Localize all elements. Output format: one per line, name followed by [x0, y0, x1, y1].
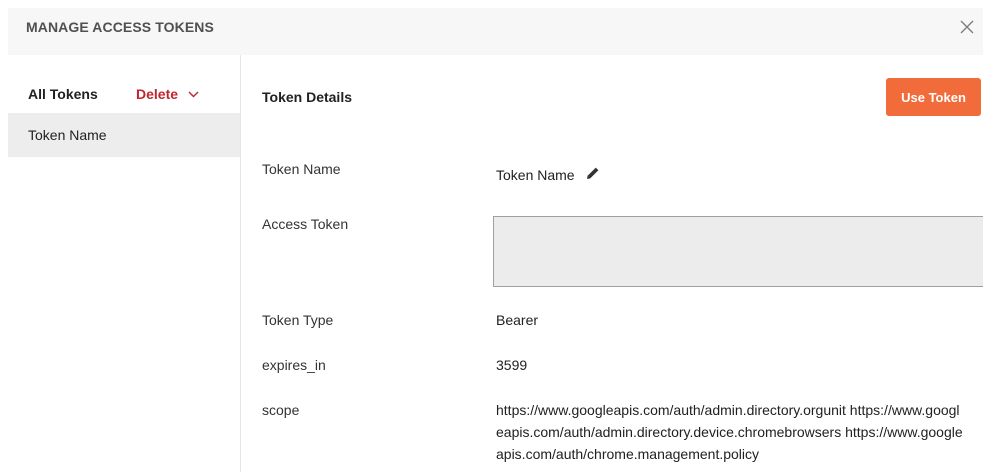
token-type-label: Token Type [262, 312, 334, 328]
all-tokens-label: All Tokens [28, 86, 98, 102]
access-token-field[interactable] [493, 216, 983, 287]
token-list-item-label: Token Name [28, 127, 107, 143]
close-button[interactable] [957, 17, 977, 37]
token-name-value: Token Name [496, 166, 575, 183]
token-name-field: Token Name [496, 165, 601, 184]
chevron-down-icon [188, 91, 199, 97]
token-sidebar: All Tokens Delete Token Name [8, 55, 241, 472]
token-list-item[interactable]: Token Name [8, 113, 240, 157]
scope-label: scope [262, 402, 300, 418]
expires-in-label: expires_in [262, 357, 326, 373]
close-icon [960, 20, 974, 34]
pencil-icon [586, 167, 598, 179]
access-token-label: Access Token [262, 216, 349, 232]
use-token-button[interactable]: Use Token [886, 78, 981, 116]
edit-token-name-button[interactable] [585, 165, 601, 184]
scope-value: https://www.googleapis.com/auth/admin.di… [496, 402, 963, 462]
token-details-panel: Token Details Use Token Token Name Token… [241, 55, 983, 472]
delete-label: Delete [136, 86, 179, 102]
token-details-title: Token Details [262, 89, 352, 105]
token-type-value: Bearer [496, 312, 539, 328]
token-name-label: Token Name [262, 161, 341, 177]
expires-in-value: 3599 [496, 357, 528, 373]
sidebar-header: All Tokens Delete [8, 79, 240, 111]
modal-header: MANAGE ACCESS TOKENS [8, 8, 983, 55]
modal-title: MANAGE ACCESS TOKENS [26, 19, 214, 35]
delete-dropdown-button[interactable]: Delete [136, 86, 199, 102]
